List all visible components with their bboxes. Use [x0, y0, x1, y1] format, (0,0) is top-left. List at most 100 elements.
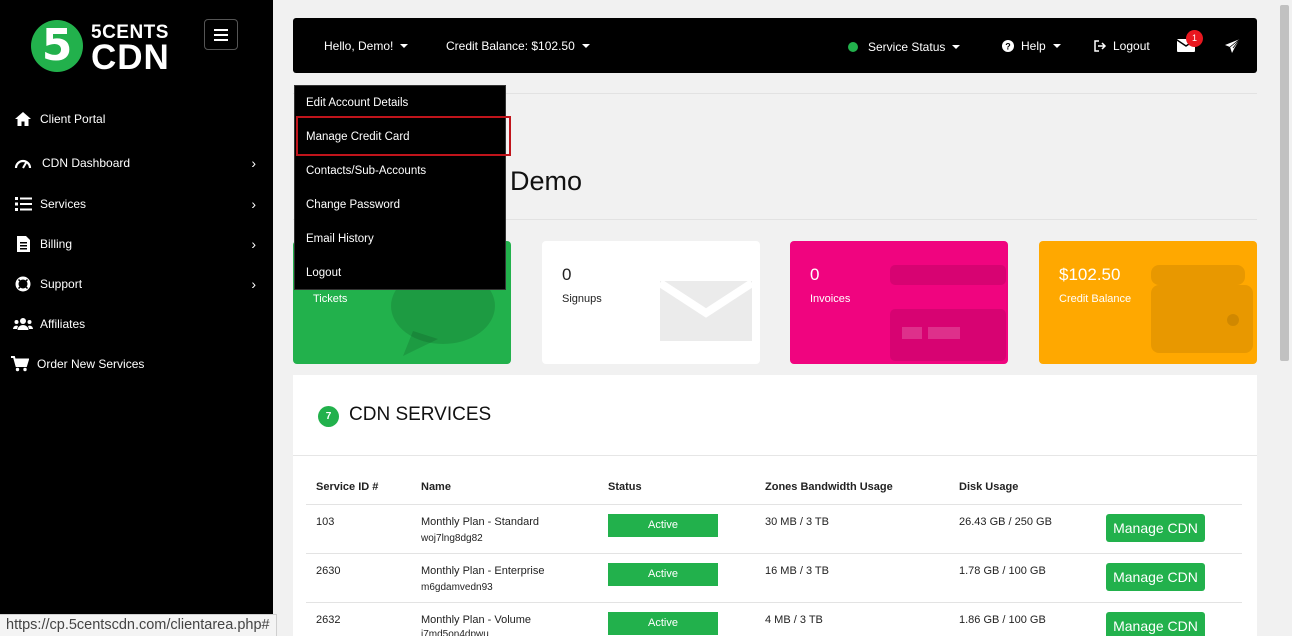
chevron-right-icon: › [251, 155, 256, 171]
logout-link[interactable]: Logout [1094, 18, 1150, 73]
service-username: m6gdamvedn93 [421, 582, 493, 593]
menu-item-edit-account[interactable]: Edit Account Details [295, 86, 507, 120]
envelope-icon [660, 281, 752, 341]
menu-item-logout[interactable]: Logout [295, 256, 507, 290]
caret-down-icon [400, 43, 409, 48]
chevron-right-icon: › [251, 276, 256, 292]
invoices-card[interactable]: 0 Invoices [790, 241, 1008, 364]
credit-balance-text: Credit Balance: $102.50 [446, 38, 575, 53]
sidebar-item-label: Support [40, 277, 83, 291]
bandwidth-usage: 4 MB / 3 TB [765, 614, 823, 626]
menu-item-manage-credit-card[interactable]: Manage Credit Card [295, 120, 507, 154]
invoices-label: Invoices [810, 293, 851, 305]
col-disk: Disk Usage [959, 481, 1019, 493]
disk-usage: 1.86 GB / 100 GB [959, 614, 1046, 626]
sidebar-item-services[interactable]: Services › [0, 189, 273, 219]
sidebar-item-affiliates[interactable]: Affiliates [0, 309, 273, 339]
greeting-text: Hello, Demo! [324, 38, 394, 53]
status-badge: Active [608, 514, 718, 537]
service-name: Monthly Plan - Standard [421, 516, 540, 528]
sidebar-item-support[interactable]: Support › [0, 269, 273, 299]
credit-balance-value: $102.50 [1059, 265, 1121, 284]
chevron-right-icon: › [251, 196, 256, 212]
send-button[interactable] [1225, 18, 1240, 73]
service-username: woj7lng8dg82 [421, 533, 483, 544]
sidebar-item-cdn-dashboard[interactable]: CDN Dashboard › [0, 148, 273, 178]
col-service-id: Service ID # [316, 481, 379, 493]
sidebar: 5 5CENTS CDN Client Portal CDN Dashboard… [0, 0, 273, 636]
service-name: Monthly Plan - Volume [421, 614, 532, 626]
cart-icon [10, 355, 30, 373]
scrollbar-thumb[interactable] [1280, 5, 1289, 361]
home-icon [13, 110, 33, 128]
credit-card-icon [890, 265, 1006, 361]
logo-mark: 5 [31, 20, 83, 72]
dashboard-icon [13, 154, 33, 172]
sidebar-item-label: Services [40, 197, 87, 211]
services-title: CDN SERVICES [349, 404, 492, 425]
col-status: Status [608, 481, 642, 493]
status-dot-icon [848, 41, 858, 52]
divider [293, 455, 1257, 456]
user-dropdown-menu: Edit Account Details Manage Credit Card … [294, 85, 511, 290]
services-count-badge: 7 [318, 406, 339, 427]
bandwidth-usage: 16 MB / 3 TB [765, 565, 829, 577]
manage-cdn-button[interactable]: Manage CDN [1106, 563, 1205, 591]
signups-label: Signups [562, 293, 602, 305]
sidebar-item-label: Client Portal [40, 112, 106, 126]
signups-count: 0 [562, 265, 572, 284]
top-navbar: Hello, Demo! Credit Balance: $102.50 Ser… [293, 18, 1257, 73]
lifebuoy-icon [13, 275, 33, 293]
sidebar-item-order-new-services[interactable]: Order New Services [0, 349, 273, 379]
help-menu[interactable]: ? Help [1002, 18, 1061, 73]
file-icon [13, 235, 33, 253]
service-status-menu[interactable]: Service Status [848, 19, 961, 74]
service-id: 103 [316, 516, 335, 528]
manage-cdn-button[interactable]: Manage CDN [1106, 612, 1205, 636]
logo[interactable]: 5 5CENTS CDN [31, 20, 181, 80]
help-icon: ? [1002, 39, 1014, 52]
hamburger-icon [214, 28, 228, 41]
invoices-count: 0 [810, 265, 820, 284]
credit-balance-label: Credit Balance [1059, 293, 1132, 305]
sidebar-item-billing[interactable]: Billing › [0, 229, 273, 259]
list-icon [13, 195, 33, 213]
sign-out-icon [1094, 39, 1107, 52]
wallet-icon [1151, 265, 1253, 353]
table-divider [306, 504, 1242, 505]
caret-down-icon [581, 43, 590, 48]
menu-item-email-history[interactable]: Email History [295, 222, 507, 256]
tickets-label: Tickets [313, 293, 348, 305]
sidebar-item-label: CDN Dashboard [42, 156, 131, 170]
credit-balance-menu[interactable]: Credit Balance: $102.50 [446, 18, 590, 73]
service-id: 2630 [316, 565, 341, 577]
bandwidth-usage: 30 MB / 3 TB [765, 516, 829, 528]
logo-text-bottom: CDN [91, 38, 170, 77]
notification-badge: 1 [1186, 30, 1203, 47]
service-status-text: Service Status [868, 39, 946, 54]
manage-cdn-button[interactable]: Manage CDN [1106, 514, 1205, 542]
help-text: Help [1021, 38, 1046, 53]
service-name: Monthly Plan - Enterprise [421, 565, 545, 577]
disk-usage: 1.78 GB / 100 GB [959, 565, 1046, 577]
sidebar-item-label: Affiliates [40, 317, 86, 331]
signups-card[interactable]: 0 Signups [542, 241, 760, 364]
users-icon [13, 315, 33, 333]
disk-usage: 26.43 GB / 250 GB [959, 516, 1052, 528]
logout-text: Logout [1113, 38, 1150, 53]
user-menu-toggle[interactable]: Hello, Demo! [324, 18, 409, 73]
menu-toggle-button[interactable] [204, 19, 238, 50]
svg-text:?: ? [1005, 41, 1011, 51]
sidebar-item-label: Billing [40, 237, 73, 251]
sidebar-item-client-portal[interactable]: Client Portal [0, 104, 273, 134]
table-divider [306, 553, 1242, 554]
credit-balance-card[interactable]: $102.50 Credit Balance [1039, 241, 1257, 364]
link-preview-url: https://cp.5centscdn.com/clientarea.php# [0, 614, 277, 636]
menu-item-contacts[interactable]: Contacts/Sub-Accounts [295, 154, 507, 188]
status-badge: Active [608, 612, 718, 635]
col-bandwidth: Zones Bandwidth Usage [765, 481, 893, 493]
service-id: 2632 [316, 614, 341, 626]
chevron-right-icon: › [251, 236, 256, 252]
menu-item-change-password[interactable]: Change Password [295, 188, 507, 222]
paper-plane-icon [1225, 38, 1240, 53]
